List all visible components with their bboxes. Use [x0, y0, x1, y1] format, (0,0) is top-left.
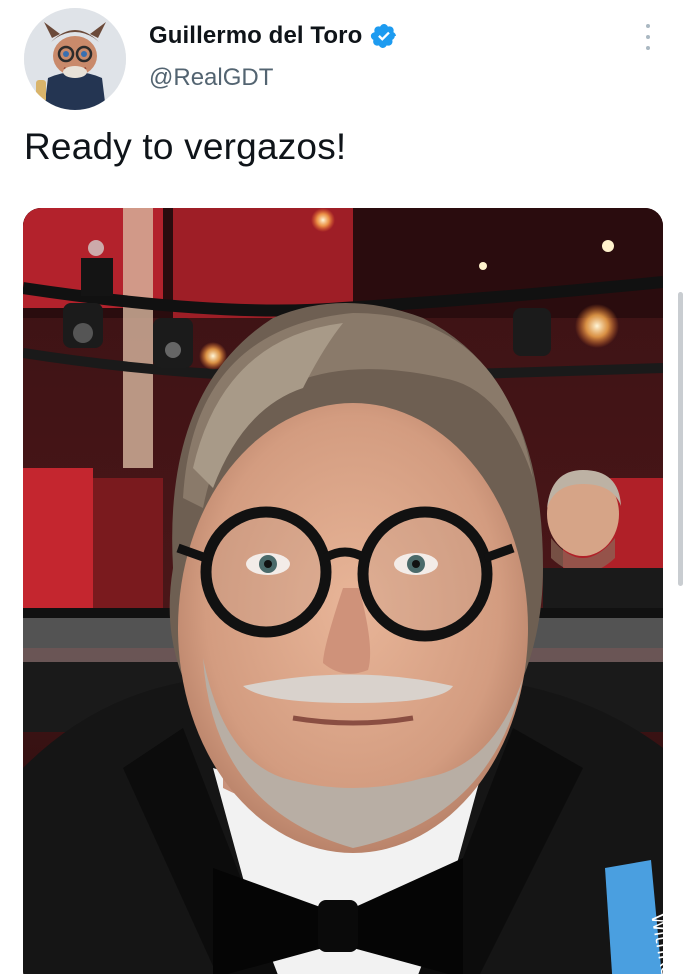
- avatar-image: [24, 8, 126, 110]
- display-name[interactable]: Guillermo del Toro: [149, 22, 362, 50]
- scrollbar[interactable]: [678, 292, 683, 586]
- handle[interactable]: @RealGDT: [149, 64, 273, 92]
- selfie-photo: WithRef: [23, 208, 663, 974]
- avatar[interactable]: [24, 8, 126, 110]
- tweet-photo[interactable]: WithRef: [23, 208, 663, 974]
- tweet: Guillermo del Toro @RealGDT Ready to ver…: [0, 0, 686, 974]
- name-row: Guillermo del Toro: [149, 22, 398, 50]
- more-options-icon[interactable]: [636, 22, 660, 52]
- tweet-text: Ready to vergazos!: [24, 126, 347, 167]
- verified-badge-icon: [370, 22, 398, 50]
